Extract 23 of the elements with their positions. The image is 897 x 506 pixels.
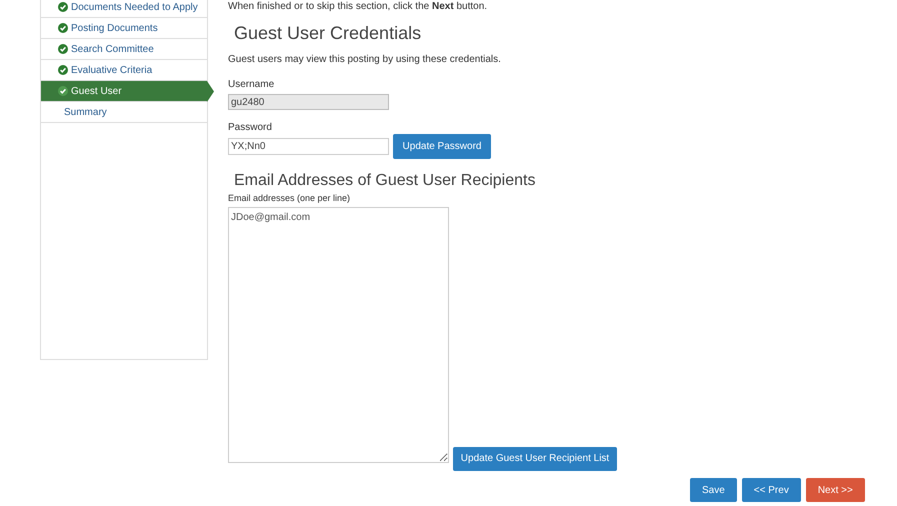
field-label: Username	[228, 78, 276, 92]
intro-text: When finished or to skip this section, click the Next button.	[228, 0, 488, 14]
sidebar-item[interactable]: Documents Needed to Apply	[41, 0, 207, 18]
sidebar-item[interactable]: Summary	[41, 102, 207, 123]
check-circle-icon	[58, 44, 68, 54]
field-label: Password	[228, 121, 273, 135]
section-heading: Email Addresses of Guest User Recipients	[234, 171, 536, 191]
update-password-button[interactable]: Update Password	[393, 134, 491, 159]
footer-button[interactable]: Next >>	[806, 478, 865, 502]
check-circle-icon	[58, 65, 68, 75]
password-field[interactable]: YX;Nn0	[228, 138, 389, 155]
sidebar-item[interactable]: Posting Documents	[41, 18, 207, 39]
check-circle-icon	[58, 23, 68, 33]
footer-button[interactable]: << Prev	[742, 478, 801, 502]
field-label: Email addresses (one per line)	[228, 192, 352, 205]
description-text: Guest users may view this posting by using these credentials.	[228, 53, 502, 67]
section-heading: Guest User Credentials	[234, 22, 422, 44]
update-recipient-list-button[interactable]: Update Guest User Recipient List	[453, 446, 617, 470]
email-textarea[interactable]: JDoe@gmail.com	[228, 206, 449, 462]
sidebar-item[interactable]: Search Committee	[41, 39, 207, 60]
footer-button[interactable]: Save	[690, 478, 737, 502]
selection-arrow-icon	[207, 81, 214, 102]
check-circle-icon	[58, 86, 68, 96]
